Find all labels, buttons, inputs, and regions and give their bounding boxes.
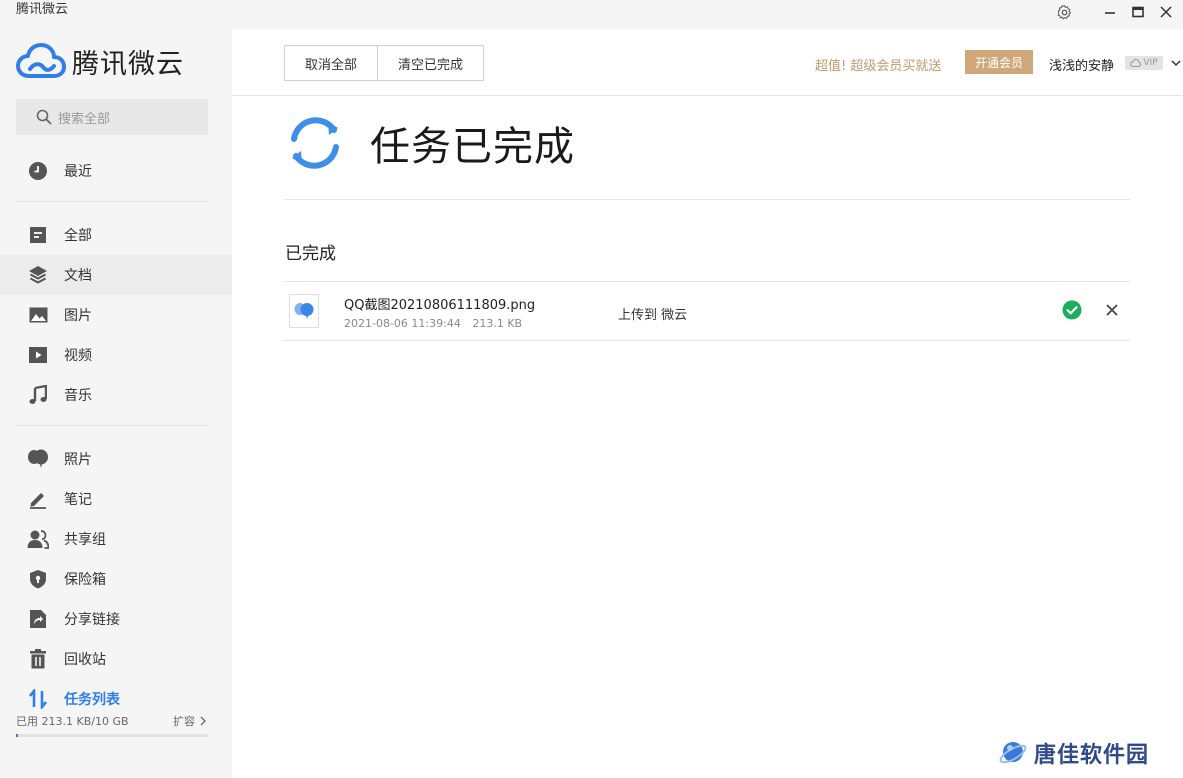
sidebar-item-all[interactable]: 全部: [0, 215, 232, 255]
sidebar: 腾讯微云 搜索全部 最近 全部 文档 图片 视频 音乐 照片 笔记 共享组 保险…: [0, 29, 232, 778]
sidebar-item-label: 回收站: [64, 652, 106, 668]
sidebar-item-label: 保险箱: [64, 572, 106, 588]
storage-progress-bar: [16, 734, 208, 737]
sidebar-item-vault[interactable]: 保险箱: [0, 559, 232, 599]
layers-icon: [27, 264, 49, 286]
sidebar-item-label: 笔记: [64, 492, 92, 508]
cloud-small-icon: [1130, 59, 1142, 67]
expand-storage-label: 扩容: [173, 715, 195, 728]
task-row[interactable]: QQ截图20210806111809.png 2021-08-06 11:39:…: [284, 282, 1130, 341]
app-window: 腾讯微云 腾讯微云 搜索全部 最近 全部 文档 图片 视频 音乐 照片 笔记 共…: [0, 0, 1183, 778]
transfer-icon: [27, 688, 49, 710]
pen-icon: [27, 488, 49, 510]
sidebar-item-images[interactable]: 图片: [0, 295, 232, 335]
app-logo: 腾讯微云: [16, 41, 184, 81]
main-toolbar: 取消全部 清空已完成 超值! 超级会员买就送 开通会员 浅浅的安静 VIP: [232, 29, 1183, 96]
username[interactable]: 浅浅的安静: [1049, 55, 1114, 74]
shield-icon: [27, 568, 49, 590]
task-action-buttons: 取消全部 清空已完成: [284, 45, 485, 81]
sidebar-item-videos[interactable]: 视频: [0, 335, 232, 375]
sidebar-item-photos[interactable]: 照片: [0, 439, 232, 479]
sidebar-item-label: 文档: [64, 268, 92, 284]
watermark-text: 唐佳软件园: [1034, 743, 1150, 768]
title-bar: 腾讯微云: [0, 0, 1183, 29]
search-placeholder: 搜索全部: [58, 111, 111, 127]
task-status-text: 上传到 微云: [618, 308, 688, 323]
file-timestamp: 2021-08-06 11:39:44: [344, 317, 461, 330]
task-status-heading: 任务已完成: [284, 112, 575, 174]
sidebar-item-label: 分享链接: [64, 612, 120, 628]
search-icon: [36, 109, 52, 125]
storage-info: 已用 213.1 KB/10 GB 扩容: [16, 711, 208, 731]
sidebar-item-label: 共享组: [64, 532, 106, 548]
photo-balloon-icon: [27, 448, 49, 470]
check-circle-icon: [1062, 300, 1082, 320]
vip-promo-link[interactable]: 超值! 超级会员买就送: [815, 55, 941, 74]
storage-progress-fill: [16, 734, 18, 737]
planet-logo-icon: [999, 742, 1027, 764]
trash-icon: [27, 648, 49, 670]
group-icon: [27, 528, 49, 550]
file-size: 213.1 KB: [472, 317, 523, 330]
cloud-logo-icon: [16, 43, 66, 78]
sidebar-divider: [16, 425, 208, 426]
sidebar-item-label: 照片: [64, 452, 92, 468]
sidebar-item-label: 全部: [64, 228, 92, 244]
clock-icon: [27, 160, 49, 182]
section-title-completed: 已完成: [285, 244, 336, 264]
qq-image-file-icon: [294, 303, 314, 319]
logo-text: 腾讯微云: [72, 48, 184, 80]
sidebar-item-label: 图片: [64, 308, 92, 324]
sidebar-item-music[interactable]: 音乐: [0, 375, 232, 415]
storage-usage-text: 已用 213.1 KB/10 GB: [16, 715, 129, 728]
close-window-icon[interactable]: [1155, 2, 1177, 22]
page-title: 任务已完成: [370, 124, 575, 170]
sidebar-item-docs[interactable]: 文档: [0, 255, 232, 295]
sidebar-item-recent[interactable]: 最近: [0, 151, 232, 191]
watermark: 唐佳软件园: [998, 737, 1149, 769]
share-link-icon: [27, 608, 49, 630]
settings-gear-icon[interactable]: [1053, 2, 1075, 22]
window-title: 腾讯微云: [16, 2, 69, 17]
user-menu-caret-icon[interactable]: [1171, 59, 1181, 67]
sidebar-item-recycle-bin[interactable]: 回收站: [0, 639, 232, 679]
vip-badge-text: VIP: [1143, 58, 1158, 68]
search-input[interactable]: 搜索全部: [16, 99, 208, 135]
file-meta: 2021-08-06 11:39:44 213.1 KB: [344, 317, 522, 330]
sidebar-item-label: 任务列表: [64, 692, 120, 708]
clear-completed-button[interactable]: 清空已完成: [377, 46, 484, 80]
sync-refresh-icon: [291, 117, 339, 169]
close-icon[interactable]: [1104, 302, 1120, 318]
sidebar-item-label: 音乐: [64, 388, 92, 404]
sidebar-item-label: 最近: [64, 164, 92, 180]
video-icon: [27, 344, 49, 366]
image-icon: [27, 304, 49, 326]
open-vip-button[interactable]: 开通会员: [965, 50, 1033, 74]
heading-divider: [284, 199, 1130, 200]
sidebar-item-share-links[interactable]: 分享链接: [0, 599, 232, 639]
vip-badge: VIP: [1125, 56, 1163, 70]
sidebar-item-share-group[interactable]: 共享组: [0, 519, 232, 559]
sidebar-item-notes[interactable]: 笔记: [0, 479, 232, 519]
all-files-icon: [27, 224, 49, 246]
minimize-icon[interactable]: [1099, 2, 1121, 22]
file-name: QQ截图20210806111809.png: [344, 298, 536, 313]
sidebar-item-label: 视频: [64, 348, 92, 364]
music-icon: [27, 384, 49, 406]
file-thumbnail: [289, 294, 319, 328]
cancel-all-button[interactable]: 取消全部: [285, 46, 378, 80]
expand-storage-button[interactable]: 扩容: [173, 713, 208, 729]
maximize-icon[interactable]: [1127, 2, 1149, 22]
sidebar-divider: [16, 201, 208, 202]
chevron-right-icon: [200, 716, 206, 726]
